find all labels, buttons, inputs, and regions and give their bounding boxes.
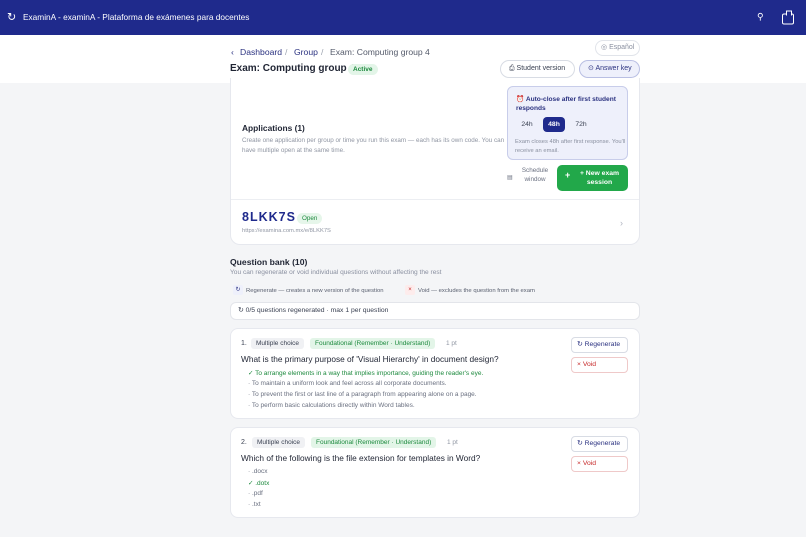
answer-option-correct: ✓ To arrange elements in a way that impl… [248,370,484,377]
answer-option: · .pdf [248,490,263,497]
status-badge: Active [348,64,378,75]
schedule-window-label: Schedule window [521,167,549,183]
page-title: Exam: Computing group 4 [230,63,355,74]
student-version-button[interactable]: ⎙ Student version [500,60,575,78]
regenerate-label: Regenerate [584,440,621,447]
student-version-label: Student version [516,65,566,72]
legend-void-text: Void — excludes the question from the ex… [418,288,535,294]
answer-option: · To perform basic calculations directly… [248,402,415,409]
answer-option: · To prevent the first or last line of a… [248,391,477,398]
printer-icon: ⎙ [509,65,517,72]
answer-option-correct: ✓ .dotx [248,480,270,487]
window-title: ExaminA - examinA - Plataforma de exámen… [23,12,250,22]
page-header: ‹ Dashboard / Group / Exam: Computing gr… [0,35,806,83]
chevron-right-icon[interactable]: › [620,218,623,228]
question-level: Foundational (Remember · Understand) [311,437,437,448]
legend-regenerate-text: Regenerate — creates a new version of th… [246,288,384,294]
breadcrumb-current: Exam: Computing group 4 [330,47,430,57]
applications-description: Create one application per group or time… [242,137,505,154]
refresh-icon: ↻ [577,341,585,348]
void-label: Void [582,361,597,368]
answer-key-button[interactable]: ⊙ Answer key [579,60,640,78]
schedule-window-button[interactable]: ▤ Schedule window [505,166,555,190]
answer-key-label: Answer key [595,65,632,72]
question-points: 1 pt [447,439,458,446]
option-24h[interactable]: 24h [516,117,538,132]
applications-title: Applications (1) [242,123,305,133]
question-card: 2. Multiple choice Foundational (Remembe… [230,427,640,518]
auto-close-note: Exam closes 48h after first response. Yo… [515,139,626,154]
question-text: Which of the following is the file exten… [241,453,481,463]
answer-option: · .txt [248,501,261,508]
new-exam-session-label: + New exam session [579,170,620,186]
legend-regenerate: ↻ Regenerate — creates a new version of t… [233,285,384,297]
answer-option: · To maintain a uniform look and feel ac… [248,380,447,387]
plus-icon: + [565,170,571,180]
zoom-icon[interactable]: ⚲ [757,12,764,23]
regeneration-counter: ↻ 0/5 questions regenerated · max 1 per … [230,302,640,320]
void-button[interactable]: × Void [571,357,628,373]
breadcrumb-dashboard[interactable]: Dashboard [240,48,282,57]
alarm-icon: ⏰ [516,96,526,103]
applications-card: Applications (1) Create one application … [230,78,640,245]
calendar-icon: ▤ [507,175,513,181]
question-level: Foundational (Remember · Understand) [310,338,436,349]
regeneration-counter-text: 0/5 questions regenerated · max 1 per qu… [245,307,389,314]
question-bank-description: You can regenerate or void individual qu… [230,269,442,276]
breadcrumb-separator: / [321,47,324,57]
regenerate-button[interactable]: ↻ Regenerate [571,436,628,452]
refresh-icon: ↻ [238,307,246,314]
breadcrumb-group[interactable]: Group [294,48,318,57]
question-bank-title: Question bank (10) [230,257,308,267]
void-button[interactable]: × Void [571,456,628,472]
question-card: 1. Multiple choice Foundational (Remembe… [230,328,640,419]
open-external-icon[interactable] [782,10,794,25]
session-status-badge: Open [297,213,323,224]
new-exam-session-button[interactable]: + + New exam session [557,165,628,191]
auto-close-title-text: Auto-close after first student responds [516,96,616,112]
regenerate-button[interactable]: ↻ Regenerate [571,337,628,353]
option-48h[interactable]: 48h [543,117,565,132]
refresh-icon: ↻ [233,285,243,296]
breadcrumb-separator: / [285,47,288,57]
question-points: 1 pt [446,340,457,347]
question-number: 2. [241,439,247,446]
session-url[interactable]: https://examina.com.mx/e/8LKK7S [242,228,331,234]
session-code[interactable]: 8LKK7S [242,210,296,224]
answer-option: · .docx [248,468,268,475]
globe-icon: ◎ [601,44,610,51]
void-label: Void [582,460,597,467]
question-type: Multiple choice [251,338,304,349]
regenerate-label: Regenerate [584,341,621,348]
language-selector[interactable]: ◎ Español [595,40,640,56]
auto-close-panel: ⏰ Auto-close after first student respond… [507,86,628,160]
back-chevron-icon[interactable]: ‹ [231,48,234,57]
divider [231,199,639,200]
question-type: Multiple choice [252,437,305,448]
auto-close-title: ⏰ Auto-close after first student respond… [516,95,626,113]
legend-void: × Void — excludes the question from the e… [405,285,535,297]
option-72h[interactable]: 72h [570,117,592,132]
reload-icon[interactable]: ↻ [7,12,16,24]
language-label: Español [609,44,635,51]
refresh-icon: ↻ [577,440,585,447]
question-text: What is the primary purpose of 'Visual H… [241,354,499,364]
question-number: 1. [241,340,247,347]
close-icon: × [405,285,415,296]
title-bar: ↻ ExaminA - examinA - Plataforma de exám… [0,0,806,35]
